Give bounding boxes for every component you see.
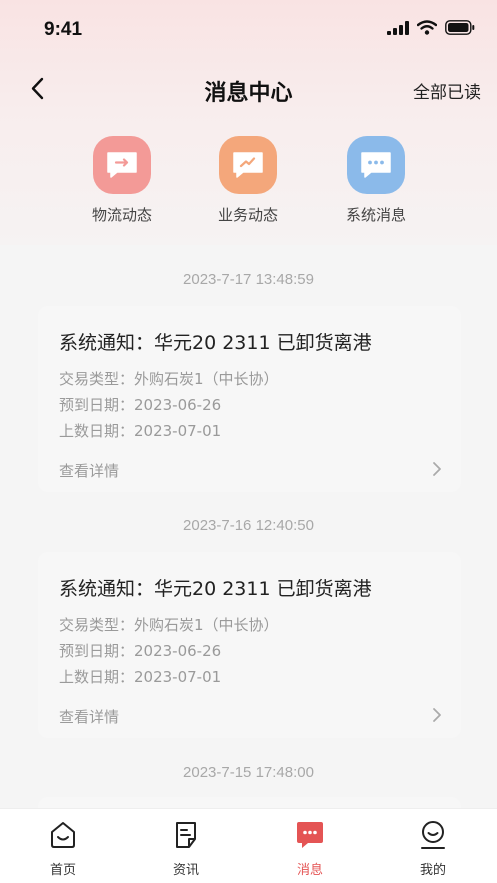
home-icon bbox=[51, 822, 75, 848]
view-details-link[interactable]: 查看详情 bbox=[59, 460, 119, 481]
tab-label: 首页 bbox=[49, 863, 76, 878]
view-details-link[interactable]: 查看详情 bbox=[59, 706, 119, 727]
status-icons bbox=[387, 20, 475, 35]
chevron-right-icon bbox=[433, 462, 441, 476]
nav-bar: 消息中心 全部已读 bbox=[0, 66, 497, 112]
tab-label: 我的 bbox=[419, 863, 446, 878]
message-icon bbox=[297, 822, 323, 848]
tab-profile[interactable]: 我的 bbox=[393, 819, 473, 878]
message-card[interactable]: 系统通知：华元20 2311 已卸货离港 交易类型：外购石炭1（中长协） 预到日… bbox=[38, 552, 461, 738]
message-card[interactable]: 系统通知：华元20 2311 已卸货离港 交易类型：外购石炭1（中长协） 预到日… bbox=[38, 306, 461, 492]
message-date: 2023-7-16 12:40:50 bbox=[183, 517, 314, 534]
record-date: 上数日期：2023-07-01 bbox=[59, 422, 222, 440]
trade-type: 交易类型：外购石炭1（中长协） bbox=[59, 370, 279, 388]
message-date: 2023-7-17 13:48:59 bbox=[183, 271, 314, 288]
logistics-icon bbox=[93, 136, 151, 194]
arrival-date: 预到日期：2023-06-26 bbox=[59, 642, 222, 660]
news-icon bbox=[176, 822, 196, 848]
message-date: 2023-7-15 17:48:00 bbox=[183, 764, 314, 781]
status-time: 9:41 bbox=[44, 19, 83, 40]
signal-icon bbox=[387, 20, 409, 35]
message-title: 系统通知：华元20 2311 已卸货离港 bbox=[59, 578, 372, 600]
message-feed[interactable]: 2023-7-17 13:48:59 系统通知：华元20 2311 已卸货离港 … bbox=[0, 245, 497, 808]
message-title: 系统通知：华元20 2311 已卸货离港 bbox=[59, 332, 372, 354]
battery-icon bbox=[445, 20, 475, 35]
category-logistics[interactable]: 物流动态 bbox=[67, 136, 177, 225]
category-label: 系统消息 bbox=[345, 206, 406, 224]
tab-messages[interactable]: 消息 bbox=[270, 819, 350, 878]
tab-label: 消息 bbox=[296, 863, 323, 878]
category-system[interactable]: 系统消息 bbox=[321, 136, 431, 225]
bottom-tab-bar: 首页 资讯 消息 我的 bbox=[0, 808, 497, 883]
system-message-icon bbox=[347, 136, 405, 194]
mark-all-read-button[interactable]: 全部已读 bbox=[413, 78, 481, 103]
message-card[interactable] bbox=[38, 797, 461, 808]
wifi-icon bbox=[417, 20, 437, 35]
business-trend-icon bbox=[219, 136, 277, 194]
trade-type: 交易类型：外购石炭1（中长协） bbox=[59, 616, 279, 634]
record-date: 上数日期：2023-07-01 bbox=[59, 668, 222, 686]
arrival-date: 预到日期：2023-06-26 bbox=[59, 396, 222, 414]
tab-home[interactable]: 首页 bbox=[23, 819, 103, 878]
tab-news[interactable]: 资讯 bbox=[146, 819, 226, 878]
chevron-right-icon bbox=[433, 708, 441, 722]
tab-label: 资讯 bbox=[172, 863, 199, 878]
category-label: 物流动态 bbox=[91, 206, 152, 224]
category-shortcuts: 物流动态 业务动态 系统消息 bbox=[0, 136, 497, 236]
status-bar: 9:41 bbox=[0, 0, 497, 60]
profile-icon bbox=[421, 821, 445, 849]
category-business[interactable]: 业务动态 bbox=[193, 136, 303, 225]
category-label: 业务动态 bbox=[217, 206, 278, 224]
